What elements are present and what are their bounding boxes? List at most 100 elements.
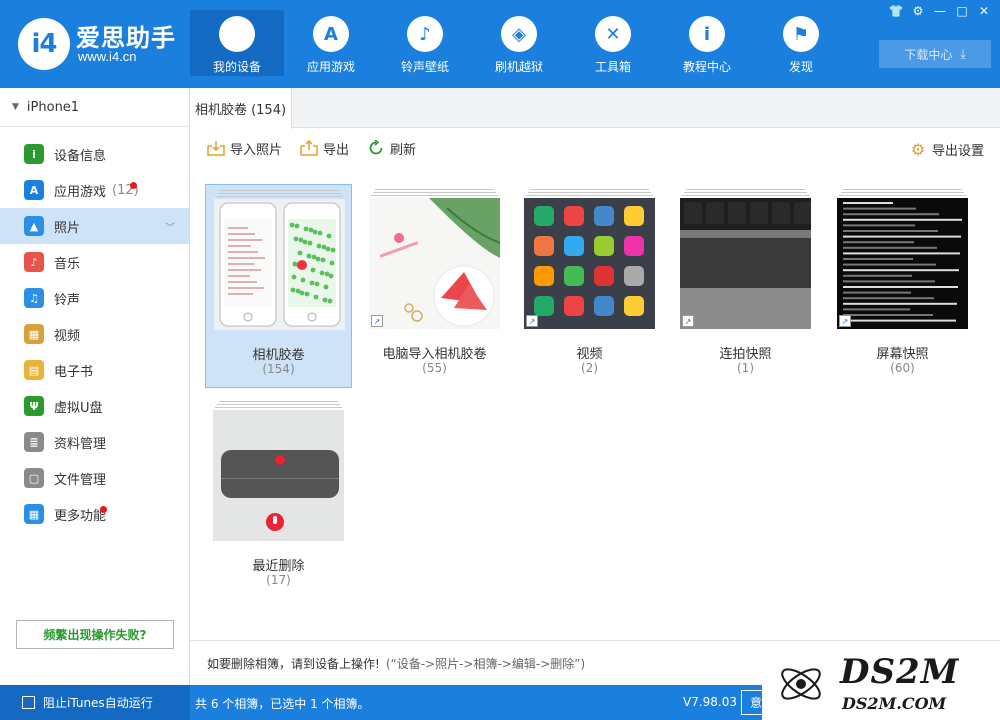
notification-dot bbox=[130, 182, 137, 189]
sidebar-item-7[interactable]: Ψ 虚拟U盘 bbox=[0, 388, 189, 424]
settings-icon[interactable]: ⚙ bbox=[908, 2, 928, 20]
album-name: 相机胶卷 bbox=[252, 348, 305, 363]
logo-url: www.i4.cn bbox=[78, 49, 137, 64]
flag-icon: ⚑ bbox=[783, 16, 819, 52]
usb-icon: Ψ bbox=[24, 396, 44, 416]
hint-main: 如要删除相簿，请到设备上操作! bbox=[207, 656, 380, 671]
album-thumbnail: ↗ bbox=[524, 198, 655, 329]
album-name: 屏幕快照 bbox=[876, 347, 929, 362]
maximize-icon[interactable]: □ bbox=[952, 2, 972, 20]
watermark-main: DS2M bbox=[840, 652, 960, 692]
sidebar-item-6[interactable]: ▤ 电子书 bbox=[0, 352, 189, 388]
album-stack-line bbox=[216, 196, 343, 197]
sidebar-item-label: 资料管理 bbox=[54, 436, 107, 452]
download-center-button[interactable]: 下载中心 ⤓ bbox=[879, 40, 991, 68]
album-count: (154) bbox=[262, 362, 295, 376]
album-count: (2) bbox=[581, 361, 598, 375]
nav-item-4[interactable]: ✕ 工具箱 bbox=[566, 10, 660, 76]
album-card[interactable]: ↗ 视频 (2) bbox=[516, 184, 663, 388]
sidebar-item-9[interactable]: ▢ 文件管理 bbox=[0, 460, 189, 496]
sidebar-item-label: 设备信息 bbox=[54, 148, 107, 164]
refresh-button[interactable]: 刷新 bbox=[367, 139, 416, 158]
apple-icon bbox=[219, 16, 255, 52]
app-store-icon: A bbox=[313, 16, 349, 52]
download-center-label: 下载中心 bbox=[904, 47, 953, 62]
album-count: (55) bbox=[422, 361, 447, 375]
export-icon bbox=[300, 140, 318, 156]
album-stack-line bbox=[371, 195, 498, 196]
album-stack-line bbox=[219, 401, 338, 402]
app-logo[interactable]: i4 爱思助手 www.i4.cn bbox=[18, 16, 188, 72]
album-summary: 共 6 个相簿，已选中 1 个相簿。 bbox=[195, 697, 370, 711]
main-nav: 我的设备 A 应用游戏 ♪ 铃声壁纸 ◈ 刷机越狱 ✕ 工具箱 i 教程中心 ⚑ 发现 bbox=[190, 10, 848, 76]
export-settings-button[interactable]: ⚙ 导出设置 bbox=[909, 140, 984, 159]
album-card[interactable]: ↗ 电脑导入相机胶卷 (55) bbox=[361, 184, 508, 388]
album-card[interactable]: 最近删除 (17) bbox=[205, 396, 352, 600]
sidebar-item-0[interactable]: i 设备信息 bbox=[0, 136, 189, 172]
import-icon bbox=[207, 140, 225, 156]
tab-camera-roll[interactable]: 相机胶卷 (154) bbox=[190, 88, 292, 129]
download-icon: ⤓ bbox=[960, 46, 966, 61]
watermark: DS2M DS2M.COM bbox=[762, 650, 1000, 720]
minimize-icon[interactable]: — bbox=[930, 2, 950, 20]
album-stack-line bbox=[682, 195, 809, 196]
sidebar-item-2[interactable]: ▲ 照片 ﹀ bbox=[0, 208, 189, 244]
nav-label: 教程中心 bbox=[682, 60, 731, 74]
atom-logo-icon bbox=[781, 668, 821, 700]
nav-label: 工具箱 bbox=[594, 60, 631, 74]
nav-item-2[interactable]: ♪ 铃声壁纸 bbox=[378, 10, 472, 76]
album-stack-line bbox=[686, 189, 805, 190]
album-stack-line bbox=[841, 192, 964, 193]
sidebar-item-4[interactable]: ♫ 铃声 bbox=[0, 280, 189, 316]
sidebar-item-1[interactable]: A 应用游戏 (12) bbox=[0, 172, 189, 208]
shortcut-icon: ↗ bbox=[839, 315, 851, 327]
nav-item-1[interactable]: A 应用游戏 bbox=[284, 10, 378, 76]
photo-icon: ▲ bbox=[24, 216, 44, 236]
album-stack-line bbox=[526, 195, 653, 196]
sidebar-item-label: 音乐 bbox=[54, 256, 81, 272]
shortcut-icon: ↗ bbox=[682, 315, 694, 327]
skin-icon[interactable]: 👕 bbox=[886, 2, 906, 20]
nav-item-0[interactable]: 我的设备 bbox=[190, 10, 284, 76]
nav-label: 我的设备 bbox=[212, 60, 261, 74]
album-thumbnail bbox=[213, 410, 344, 541]
export-label: 导出 bbox=[323, 142, 350, 158]
refresh-label: 刷新 bbox=[390, 142, 417, 158]
sidebar-item-10[interactable]: ▦ 更多功能 bbox=[0, 496, 189, 532]
album-card[interactable]: ↗ 屏幕快照 (60) bbox=[829, 184, 976, 388]
itunes-checkbox[interactable] bbox=[22, 696, 35, 709]
export-button[interactable]: 导出 bbox=[300, 139, 349, 158]
album-card[interactable]: ↗ 连拍快照 (1) bbox=[672, 184, 819, 388]
sidebar-item-label: 铃声 bbox=[54, 292, 81, 308]
import-photos-button[interactable]: 导入照片 bbox=[207, 139, 282, 158]
sidebar-item-8[interactable]: ≣ 资料管理 bbox=[0, 424, 189, 460]
sidebar-item-5[interactable]: ▦ 视频 bbox=[0, 316, 189, 352]
book-icon: ▤ bbox=[24, 360, 44, 380]
music-icon: ♪ bbox=[24, 252, 44, 272]
album-count: (1) bbox=[737, 361, 754, 375]
album-stack-line bbox=[839, 195, 966, 196]
album-stack-line bbox=[218, 193, 341, 194]
block-itunes-label: 阻止iTunes自动运行 bbox=[43, 696, 153, 710]
block-itunes-toggle[interactable]: 阻止iTunes自动运行 bbox=[0, 685, 190, 720]
device-selector[interactable]: ▼ iPhone1 bbox=[0, 88, 189, 127]
album-stack-line bbox=[843, 189, 962, 190]
sidebar-item-label: 视频 bbox=[54, 328, 81, 344]
nav-item-3[interactable]: ◈ 刷机越狱 bbox=[472, 10, 566, 76]
bell-icon: ♫ bbox=[24, 288, 44, 308]
info-icon: i bbox=[689, 16, 725, 52]
close-icon[interactable]: ✕ bbox=[974, 2, 994, 20]
nav-item-5[interactable]: i 教程中心 bbox=[660, 10, 754, 76]
album-thumbnail: ↗ bbox=[680, 198, 811, 329]
album-count: (60) bbox=[890, 361, 915, 375]
album-card[interactable]: 相机胶卷 (154) bbox=[205, 184, 352, 388]
main-panel: 相机胶卷 (154) 导入照片 导出 刷新 ⚙ 导出设置 相机胶卷 (154) … bbox=[190, 88, 1000, 685]
frequent-failure-button[interactable]: 频繁出现操作失败? bbox=[16, 620, 174, 649]
album-stack-line bbox=[373, 192, 496, 193]
nav-item-6[interactable]: ⚑ 发现 bbox=[754, 10, 848, 76]
photo-toolbar: 导入照片 导出 刷新 ⚙ 导出设置 bbox=[190, 128, 1000, 168]
refresh-icon bbox=[367, 140, 385, 156]
gear-icon: ⚙ bbox=[910, 140, 926, 159]
sidebar-item-3[interactable]: ♪ 音乐 bbox=[0, 244, 189, 280]
album-name: 视频 bbox=[576, 347, 603, 362]
